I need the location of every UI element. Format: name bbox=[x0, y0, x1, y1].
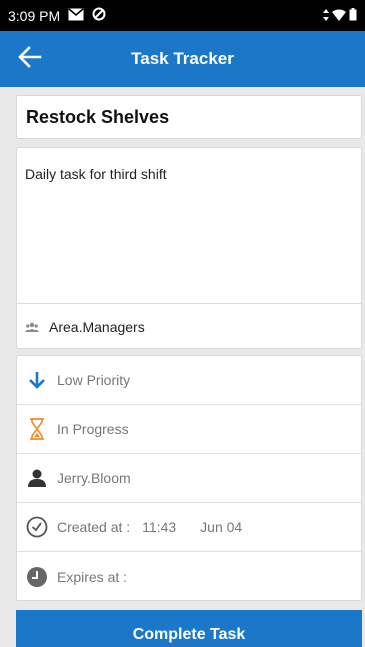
task-details-card: Low Priority In Progress Jerry.Bloom Cre… bbox=[16, 355, 362, 601]
group-label: Area.Managers bbox=[49, 319, 145, 335]
status-time: 3:09 PM bbox=[8, 7, 61, 24]
back-button[interactable] bbox=[14, 43, 46, 75]
battery-icon bbox=[349, 7, 357, 24]
created-row: Created at : 11:43 Jun 04 bbox=[17, 503, 361, 552]
created-label: Created at : bbox=[57, 519, 131, 535]
priority-row[interactable]: Low Priority bbox=[17, 356, 361, 405]
arrow-down-icon bbox=[25, 368, 49, 392]
expires-row[interactable]: Expires at : bbox=[17, 552, 361, 601]
status-row[interactable]: In Progress bbox=[17, 405, 361, 454]
sync-icon bbox=[92, 7, 106, 24]
created-date: Jun 04 bbox=[200, 519, 243, 535]
status-label: In Progress bbox=[57, 421, 129, 437]
status-bar: 3:09 PM bbox=[0, 0, 365, 31]
app-title: Task Tracker bbox=[131, 49, 234, 68]
group-icon bbox=[25, 319, 39, 335]
task-description[interactable]: Daily task for third shift bbox=[25, 166, 167, 182]
person-icon bbox=[25, 466, 49, 490]
clock-icon bbox=[25, 515, 49, 539]
task-description-card: Daily task for third shift Area.Managers bbox=[16, 147, 362, 349]
created-time: 11:43 bbox=[142, 519, 177, 535]
task-title: Restock Shelves bbox=[26, 106, 170, 127]
arrow-left-icon bbox=[18, 45, 42, 73]
group-row[interactable]: Area.Managers bbox=[17, 304, 361, 350]
assignee-row[interactable]: Jerry.Bloom bbox=[17, 454, 361, 503]
app-bar: Task Tracker bbox=[0, 31, 365, 87]
data-transfer-icon bbox=[323, 8, 329, 24]
priority-label: Low Priority bbox=[57, 372, 131, 388]
expires-label: Expires at : bbox=[57, 568, 128, 585]
assignee-label: Jerry.Bloom bbox=[57, 470, 131, 486]
complete-task-button[interactable]: Complete Task bbox=[16, 610, 362, 647]
wifi-icon bbox=[332, 8, 346, 24]
mail-icon bbox=[68, 7, 84, 24]
task-title-field[interactable]: Restock Shelves bbox=[16, 95, 362, 139]
hourglass-icon bbox=[25, 417, 49, 441]
clock-filled-icon bbox=[25, 565, 49, 589]
